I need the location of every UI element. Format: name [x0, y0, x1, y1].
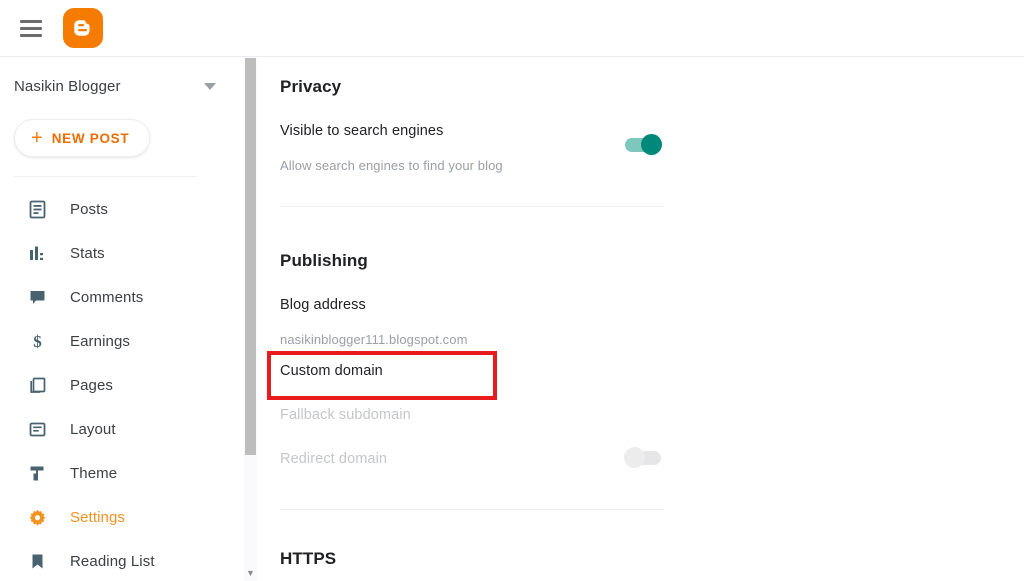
layout-icon	[26, 418, 48, 440]
theme-icon	[26, 462, 48, 484]
sidebar-item-label: Earnings	[70, 332, 131, 350]
reading-list-icon	[26, 550, 48, 572]
sidebar-item-reading-list[interactable]: Reading List	[0, 539, 240, 581]
toggle-knob	[641, 134, 662, 155]
visible-to-search-engines-label: Visible to search engines	[280, 123, 444, 139]
blogger-logo-icon[interactable]	[63, 8, 103, 48]
settings-gear-icon	[26, 506, 48, 528]
blog-address-value: nasikinblogger111.blogspot.com	[280, 332, 468, 347]
toggle-knob	[624, 447, 645, 468]
blogger-settings-page: Nasikin Blogger + NEW POST Posts Stats C…	[0, 0, 1024, 581]
hamburger-bar	[20, 33, 42, 37]
chevron-down-icon[interactable]	[204, 82, 216, 90]
top-header-bar	[0, 0, 1024, 57]
publishing-section-title: Publishing	[280, 251, 368, 270]
posts-icon	[26, 198, 48, 220]
sidebar-item-comments[interactable]: Comments	[0, 275, 240, 319]
blog-address-label: Blog address	[280, 297, 366, 313]
blog-name-label: Nasikin Blogger	[14, 77, 121, 95]
https-section-title: HTTPS	[280, 549, 337, 568]
new-post-label: NEW POST	[51, 130, 130, 146]
sidebar-item-label: Posts	[70, 200, 109, 218]
sidebar-item-theme[interactable]: Theme	[0, 451, 240, 495]
publishing-section-divider	[280, 509, 664, 510]
sidebar-item-layout[interactable]: Layout	[0, 407, 240, 451]
custom-domain-label: Custom domain	[280, 363, 383, 379]
sidebar-item-label: Pages	[70, 376, 114, 394]
sidebar: Nasikin Blogger + NEW POST Posts Stats C…	[0, 57, 240, 581]
sidebar-nav: Posts Stats Comments $ Earnings Pages La…	[0, 177, 240, 581]
sidebar-item-label: Comments	[70, 288, 144, 306]
new-post-button[interactable]: + NEW POST	[14, 119, 151, 157]
visible-to-search-engines-toggle[interactable]	[625, 134, 662, 155]
settings-content: Privacy Visible to search engines Allow …	[258, 57, 1024, 581]
fallback-subdomain-label: Fallback subdomain	[280, 407, 411, 423]
earnings-icon: $	[26, 330, 48, 352]
redirect-domain-toggle[interactable]	[624, 447, 661, 468]
sidebar-item-earnings[interactable]: $ Earnings	[0, 319, 240, 363]
scrollbar-thumb[interactable]	[245, 58, 256, 455]
plus-icon: +	[31, 127, 43, 149]
privacy-section-divider	[280, 206, 664, 207]
visible-to-search-engines-sub: Allow search engines to find your blog	[280, 158, 503, 173]
sidebar-item-stats[interactable]: Stats	[0, 231, 240, 275]
hamburger-bar	[20, 26, 42, 30]
sidebar-item-pages[interactable]: Pages	[0, 363, 240, 407]
sidebar-item-posts[interactable]: Posts	[0, 187, 240, 231]
redirect-domain-label: Redirect domain	[280, 451, 388, 467]
svg-text:$: $	[33, 332, 42, 351]
comments-icon	[26, 286, 48, 308]
sidebar-item-settings[interactable]: Settings	[0, 495, 240, 539]
hamburger-bar	[20, 19, 42, 23]
sidebar-item-label: Reading List	[70, 552, 155, 570]
privacy-section-title: Privacy	[280, 77, 342, 96]
sidebar-item-label: Stats	[70, 244, 105, 262]
sidebar-item-label: Layout	[70, 420, 116, 438]
sidebar-item-label: Settings	[70, 508, 125, 526]
blog-selector[interactable]: Nasikin Blogger	[0, 57, 240, 115]
stats-icon	[26, 242, 48, 264]
scroll-down-arrow-icon[interactable]: ▼	[245, 569, 256, 578]
content-scrollbar[interactable]: ▼	[244, 57, 257, 581]
hamburger-menu-icon[interactable]	[20, 15, 46, 41]
new-post-container: + NEW POST	[0, 115, 240, 157]
pages-icon	[26, 374, 48, 396]
sidebar-item-label: Theme	[70, 464, 118, 482]
